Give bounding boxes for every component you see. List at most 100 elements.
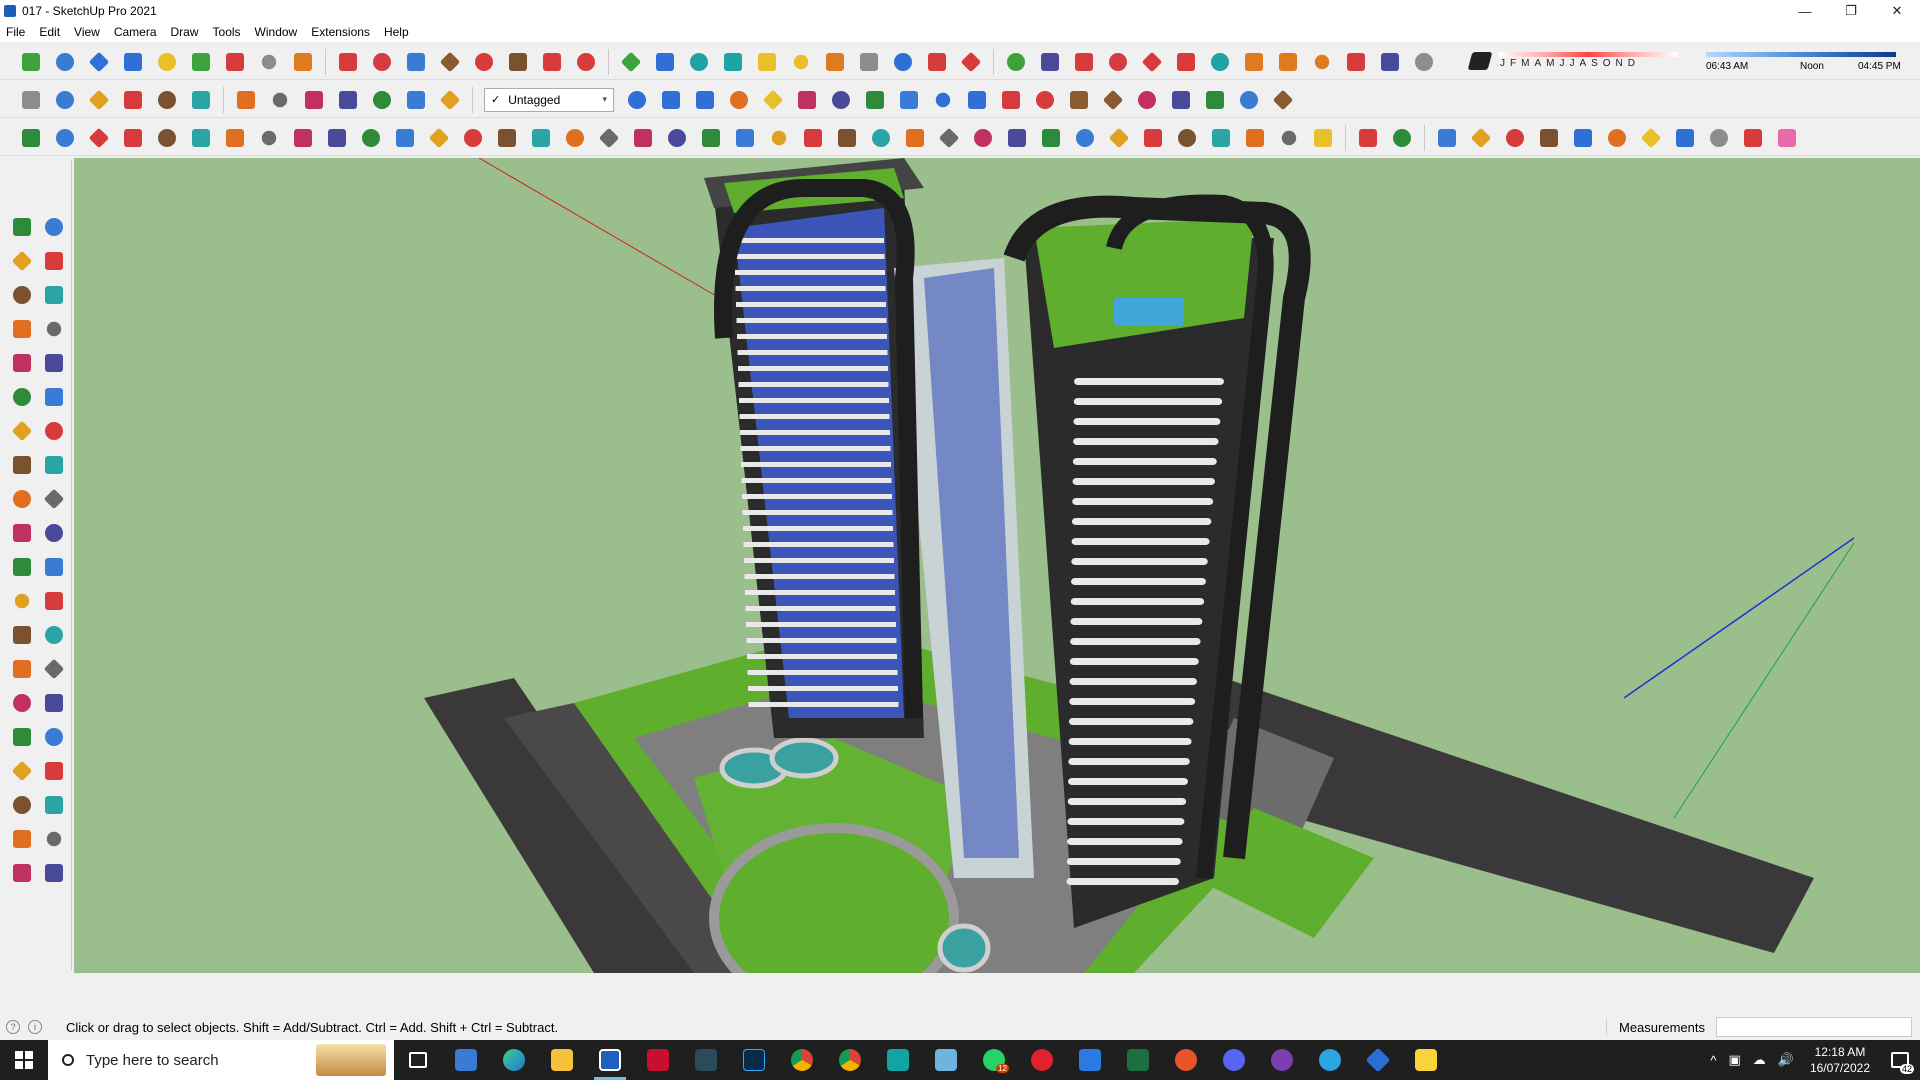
loop-yellow-tool-button[interactable] xyxy=(788,49,814,75)
circle-tool-button[interactable] xyxy=(9,350,35,376)
menu-camera[interactable]: Camera xyxy=(114,25,157,39)
mirror-blue-tool-button[interactable] xyxy=(930,87,956,113)
tray-expand-icon[interactable]: ^ xyxy=(1710,1053,1716,1068)
zoom-tool-button[interactable] xyxy=(9,690,35,716)
cube-gear-tool-button[interactable] xyxy=(1037,49,1063,75)
follow-me-tool-button[interactable] xyxy=(41,486,67,512)
house-outline-tool-button[interactable] xyxy=(120,87,146,113)
cross-blue-tool-button[interactable] xyxy=(652,49,678,75)
notification-center[interactable]: 42 xyxy=(1880,1040,1920,1080)
scissors-tool-button[interactable] xyxy=(120,125,146,151)
taskbar-app-teal[interactable] xyxy=(682,1040,730,1080)
grid-orange-tool-button[interactable] xyxy=(1241,49,1267,75)
fold2-tool-button[interactable] xyxy=(800,125,826,151)
frame-teal-tool-button[interactable] xyxy=(1207,49,1233,75)
grid-orange3-tool-button[interactable] xyxy=(1309,49,1335,75)
taskbar-todo[interactable] xyxy=(1066,1040,1114,1080)
cubes-red-tool-button[interactable] xyxy=(1071,49,1097,75)
menu-edit[interactable]: Edit xyxy=(39,25,60,39)
select-arrow-tool-button[interactable] xyxy=(9,214,35,240)
sickle-tool-button[interactable] xyxy=(324,125,350,151)
ramp2-tool-button[interactable] xyxy=(1242,125,1268,151)
volume-icon[interactable]: 🔊 xyxy=(1778,1052,1794,1068)
pencil-node-tool-button[interactable] xyxy=(18,125,44,151)
cube-r-tool-button[interactable] xyxy=(301,87,327,113)
cone-tool-button[interactable] xyxy=(528,125,554,151)
pencil-dot-tool-button[interactable] xyxy=(52,125,78,151)
grid-red-tool-button[interactable] xyxy=(369,49,395,75)
rectangle-tool-button[interactable] xyxy=(9,316,35,342)
cube-gray-tool-button[interactable] xyxy=(18,87,44,113)
gem-tool-button[interactable] xyxy=(1276,125,1302,151)
shape-yellow-tool-button[interactable] xyxy=(154,49,180,75)
cube-n-tool-button[interactable] xyxy=(369,87,395,113)
leaf-tool-button[interactable] xyxy=(664,125,690,151)
tray-app-icon[interactable]: ▣ xyxy=(1728,1052,1740,1068)
curve-tool-button[interactable] xyxy=(505,49,531,75)
measurements-input[interactable] xyxy=(1716,1017,1912,1037)
taskbar-opera[interactable] xyxy=(1018,1040,1066,1080)
link-tool-button[interactable] xyxy=(471,49,497,75)
cube-red-tool-button[interactable] xyxy=(924,49,950,75)
taskbar-telegram[interactable] xyxy=(1306,1040,1354,1080)
stop-red-tool-button[interactable] xyxy=(335,49,361,75)
ring-gray-tool-button[interactable] xyxy=(1706,125,1732,151)
taskbar-whatsapp[interactable]: 12 xyxy=(970,1040,1018,1080)
taskbar-chrome-1[interactable] xyxy=(778,1040,826,1080)
door2-tool-button[interactable] xyxy=(970,125,996,151)
menu-view[interactable]: View xyxy=(74,25,100,39)
shape2-tool-button[interactable] xyxy=(188,125,214,151)
corner-tool-button[interactable] xyxy=(358,125,384,151)
position-camera-tool-button[interactable] xyxy=(9,758,35,784)
tag-arrow-tool-button[interactable] xyxy=(726,87,752,113)
t-tool-tool-button[interactable] xyxy=(794,87,820,113)
arc-blue-tool-button[interactable] xyxy=(1570,125,1596,151)
circle-dots-tool-button[interactable] xyxy=(1377,49,1403,75)
taskbar-photoshop[interactable] xyxy=(730,1040,778,1080)
undo-blue-tool-button[interactable] xyxy=(964,87,990,113)
taskbar-calculator[interactable] xyxy=(442,1040,490,1080)
push-pull-left-tool-button[interactable] xyxy=(41,452,67,478)
u-red-tool-button[interactable] xyxy=(958,49,984,75)
taskbar-app-purple[interactable] xyxy=(1258,1040,1306,1080)
pyramid-yellow-tool-button[interactable] xyxy=(754,49,780,75)
onedrive-icon[interactable]: ☁ xyxy=(1753,1052,1766,1068)
start-button[interactable] xyxy=(0,1040,48,1080)
shape-blue-tool-button[interactable] xyxy=(86,49,112,75)
hand-red-tool-button[interactable] xyxy=(1032,87,1058,113)
ellipse-outline-tool-button[interactable] xyxy=(1502,125,1528,151)
box-brown-tool-button[interactable] xyxy=(437,49,463,75)
taskbar-search[interactable]: Type here to search xyxy=(48,1040,394,1080)
tri-brown-tool-button[interactable] xyxy=(1270,87,1296,113)
date-slider[interactable] xyxy=(1498,52,1678,57)
arc3-tool-button[interactable] xyxy=(9,418,35,444)
component-cube-tool-button[interactable] xyxy=(41,214,67,240)
3d-viewport[interactable] xyxy=(74,158,1920,973)
house-box-tool-button[interactable] xyxy=(154,87,180,113)
box-green-tool-button[interactable] xyxy=(18,49,44,75)
taskbar-autocad[interactable] xyxy=(634,1040,682,1080)
section-plane-tool-button[interactable] xyxy=(41,792,67,818)
drape-tool-button[interactable] xyxy=(41,860,67,886)
line-red-tool-button[interactable] xyxy=(1740,125,1766,151)
bars-tool-button[interactable] xyxy=(562,125,588,151)
arc2-tool-button[interactable] xyxy=(41,384,67,410)
rect-outline-tool-button[interactable] xyxy=(1389,125,1415,151)
rotated-rect-tool-button[interactable] xyxy=(41,316,67,342)
taskbar-clock[interactable]: 12:18 AM 16/07/2022 xyxy=(1810,1044,1870,1076)
hand-tool-button[interactable] xyxy=(630,125,656,151)
loop-gray-tool-button[interactable] xyxy=(856,49,882,75)
sun-tool-button[interactable] xyxy=(1140,125,1166,151)
rotate-tool-button[interactable] xyxy=(9,486,35,512)
pencil-line-tool-button[interactable] xyxy=(9,282,35,308)
taskbar-chrome-2[interactable] xyxy=(826,1040,874,1080)
minimize-button[interactable]: — xyxy=(1782,0,1828,22)
push-pull-tool-button[interactable] xyxy=(233,87,259,113)
door-tool-button[interactable] xyxy=(936,125,962,151)
sandbox2-tool-button[interactable] xyxy=(41,826,67,852)
cross-red-tool-button[interactable] xyxy=(573,49,599,75)
time-slider[interactable] xyxy=(1706,52,1896,57)
ring-blue-tool-button[interactable] xyxy=(1672,125,1698,151)
node-red-tool-button[interactable] xyxy=(539,49,565,75)
cube-x2-tool-button[interactable] xyxy=(403,87,429,113)
